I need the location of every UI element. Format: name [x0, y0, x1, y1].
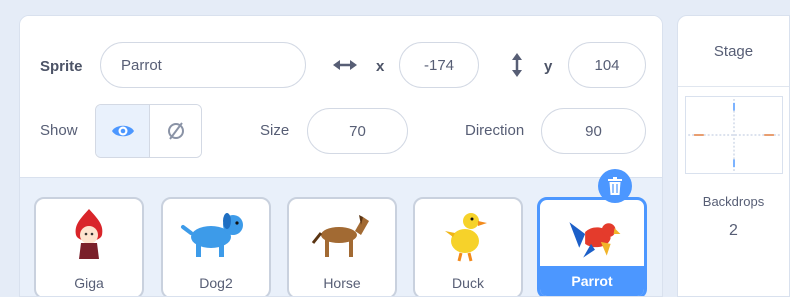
x-arrows-icon — [333, 60, 357, 70]
duck-sprite-icon — [445, 213, 487, 262]
show-label: Show — [40, 122, 78, 139]
sprite-name-input[interactable]: Parrot — [100, 42, 306, 88]
show-visible-button[interactable] — [96, 105, 149, 157]
direction-input[interactable]: 90 — [541, 108, 646, 154]
eye-icon — [111, 125, 134, 137]
giga-sprite-icon — [75, 209, 103, 259]
stage-backdrop-thumbnail[interactable] — [685, 96, 783, 174]
stage-pane[interactable]: Stage Backdrops 2 — [677, 15, 790, 297]
x-position-input[interactable]: -174 — [399, 42, 479, 88]
y-arrows-icon — [512, 53, 522, 77]
sprite-name-label: Giga — [74, 275, 104, 291]
dog-sprite-icon — [181, 213, 243, 257]
size-label: Size — [260, 122, 290, 139]
y-label: y — [544, 58, 553, 75]
sprite-name-label: Horse — [323, 275, 361, 291]
parrot-sprite-icon — [569, 222, 621, 258]
sprite-name-label: Dog2 — [199, 275, 233, 291]
size-input[interactable]: 70 — [307, 108, 408, 154]
sprite-pane: Sprite Parrot x -174 y 104 Show Size 70 … — [19, 15, 663, 297]
trash-icon — [608, 177, 622, 195]
stage-title: Stage — [678, 16, 789, 87]
x-label: x — [376, 58, 385, 75]
sprite-name-label: Parrot — [540, 266, 644, 296]
sprite-tile-parrot[interactable]: Parrot — [537, 197, 647, 296]
backdrops-count: 2 — [729, 222, 738, 239]
sprite-label: Sprite — [40, 58, 83, 75]
sprite-list: Giga Dog2 Horse Duck Parrot — [20, 177, 662, 296]
eye-hidden-icon — [168, 122, 184, 140]
y-position-input[interactable]: 104 — [568, 42, 646, 88]
show-hidden-button[interactable] — [149, 105, 201, 157]
show-toggle-group — [95, 104, 202, 158]
sprite-tile-duck[interactable]: Duck — [413, 197, 523, 296]
sprite-tile-dog2[interactable]: Dog2 — [161, 197, 271, 296]
direction-label: Direction — [465, 122, 525, 139]
delete-sprite-button[interactable] — [598, 169, 632, 203]
backdrops-label: Backdrops — [702, 194, 765, 209]
sprite-tile-horse[interactable]: Horse — [287, 197, 397, 296]
sprite-tile-giga[interactable]: Giga — [34, 197, 144, 296]
sprite-name-label: Duck — [452, 275, 484, 291]
sprite-info-panel: Sprite Parrot x -174 y 104 Show Size 70 … — [20, 16, 662, 177]
horse-sprite-icon — [311, 215, 369, 257]
